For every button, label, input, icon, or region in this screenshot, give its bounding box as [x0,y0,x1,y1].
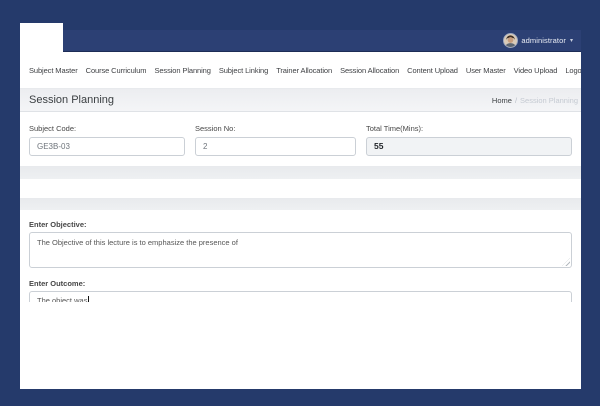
subject-code-field-group: Subject Code: [29,124,185,156]
nav-item-video-upload[interactable]: Video Upload [514,66,558,75]
nav-item-subject-linking[interactable]: Subject Linking [219,66,268,75]
total-time-input[interactable] [366,136,572,156]
objective-section: Enter Objective: The Objective of this l… [20,220,581,268]
total-time-field-group: Total Time(Mins): [366,124,572,156]
user-dropdown[interactable]: administrator ▾ [504,34,573,47]
nav-item-session-planning[interactable]: Session Planning [154,66,210,75]
outcome-text: The object was [37,296,88,302]
outcome-label: Enter Outcome: [29,279,86,288]
total-time-label: Total Time(Mins): [366,124,424,133]
logo-box[interactable] [20,23,63,55]
nav-item-logout[interactable]: Logout [565,66,581,75]
breadcrumb-home-link[interactable]: Home [492,96,512,105]
form-row: Subject Code: Session No: Total Time(Min… [29,124,572,156]
outcome-textarea[interactable]: The object was [29,291,572,302]
user-avatar [504,34,518,47]
main-nav: Subject Master Course Curriculum Session… [20,52,581,88]
top-navbar: administrator ▾ [20,30,581,52]
nav-item-trainer-allocation[interactable]: Trainer Allocation [276,66,332,75]
breadcrumb-separator: / [514,95,518,105]
text-cursor [87,296,89,302]
breadcrumb-current: Session Planning [520,95,578,105]
session-no-label: Session No: [195,124,236,133]
nav-item-content-upload[interactable]: Content Upload [407,66,458,75]
objective-textarea[interactable]: The Objective of this lecture is to emph… [29,232,572,268]
chevron-down-icon: ▾ [569,37,573,44]
breadcrumb: Home / Session Planning [492,96,578,105]
nav-item-course-curriculum[interactable]: Course Curriculum [86,66,147,75]
main-card: Subject Master Course Curriculum Session… [20,52,581,389]
subject-code-input[interactable] [29,137,185,156]
page-title: Session Planning [29,94,115,106]
session-no-field-group: Session No: [195,124,356,156]
section-divider-strip [20,198,581,210]
nav-item-subject-master[interactable]: Subject Master [29,66,78,75]
nav-item-user-master[interactable]: User Master [466,66,506,75]
session-no-input[interactable] [195,137,356,156]
nav-item-session-allocation[interactable]: Session Allocation [340,66,399,75]
objective-label: Enter Objective: [29,220,87,229]
section-divider-strip [20,166,581,179]
outcome-section: Enter Outcome: The object was [20,279,581,302]
page-header: Session Planning Home / Session Planning [20,88,581,112]
page: administrator ▾ Subject Master Course Cu… [0,0,600,406]
user-name-label: administrator [521,36,566,45]
outcome-textarea-clipped: The object was [29,291,572,302]
subject-code-label: Subject Code: [29,124,77,133]
